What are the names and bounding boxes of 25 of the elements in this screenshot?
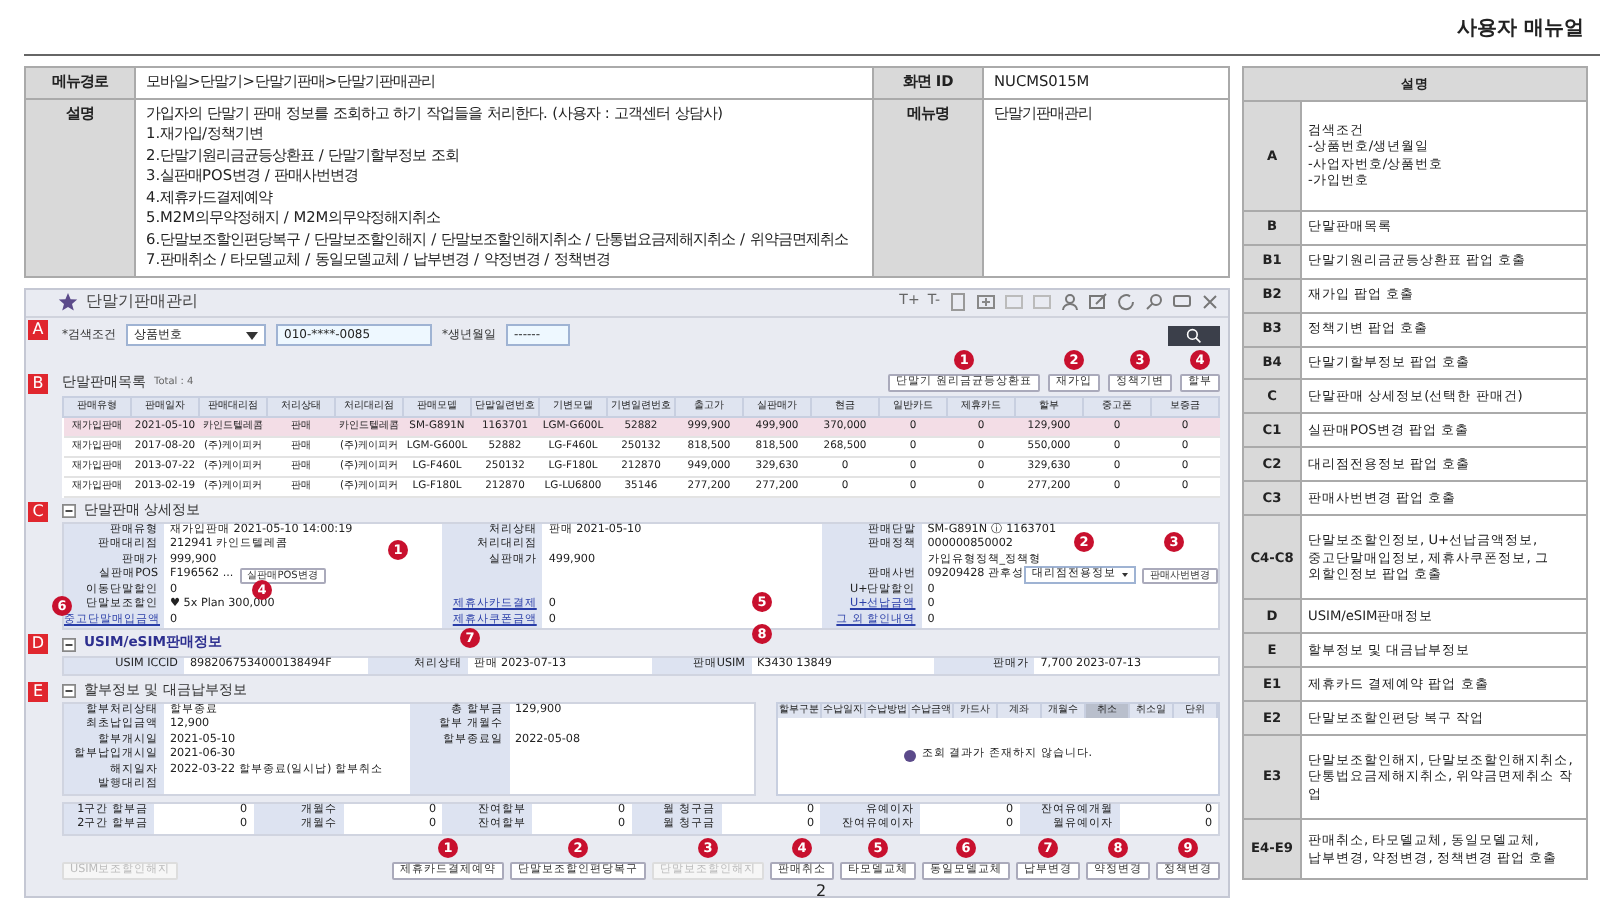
info-icon <box>903 749 916 762</box>
collapse-icon[interactable] <box>62 684 76 698</box>
search-button[interactable] <box>1168 325 1220 345</box>
star-icon <box>58 292 78 312</box>
user-icon[interactable] <box>1060 292 1080 312</box>
refresh-icon[interactable] <box>1116 292 1136 312</box>
edit-icon[interactable] <box>1088 292 1108 312</box>
caret-icon <box>1122 572 1128 579</box>
section-marker: C <box>28 501 48 521</box>
close-icon[interactable] <box>1200 292 1220 312</box>
search-icon <box>1186 327 1202 343</box>
window-title: 단말기판매관리 <box>86 294 198 310</box>
page-number: 2 <box>816 882 827 900</box>
chat-icon[interactable] <box>1172 292 1192 312</box>
section-marker: E <box>28 681 48 701</box>
collapse-icon[interactable] <box>62 637 76 651</box>
document-icon[interactable] <box>948 292 968 312</box>
section-marker: D <box>28 634 48 654</box>
section-marker: B <box>28 373 48 393</box>
caret-icon <box>246 331 258 339</box>
document-title: 사용자 매뉴얼 <box>1457 15 1586 41</box>
search-icon[interactable] <box>1144 292 1164 312</box>
section-marker: A <box>28 319 48 339</box>
collapse-icon[interactable] <box>62 504 76 518</box>
add-window-icon[interactable] <box>976 292 996 312</box>
